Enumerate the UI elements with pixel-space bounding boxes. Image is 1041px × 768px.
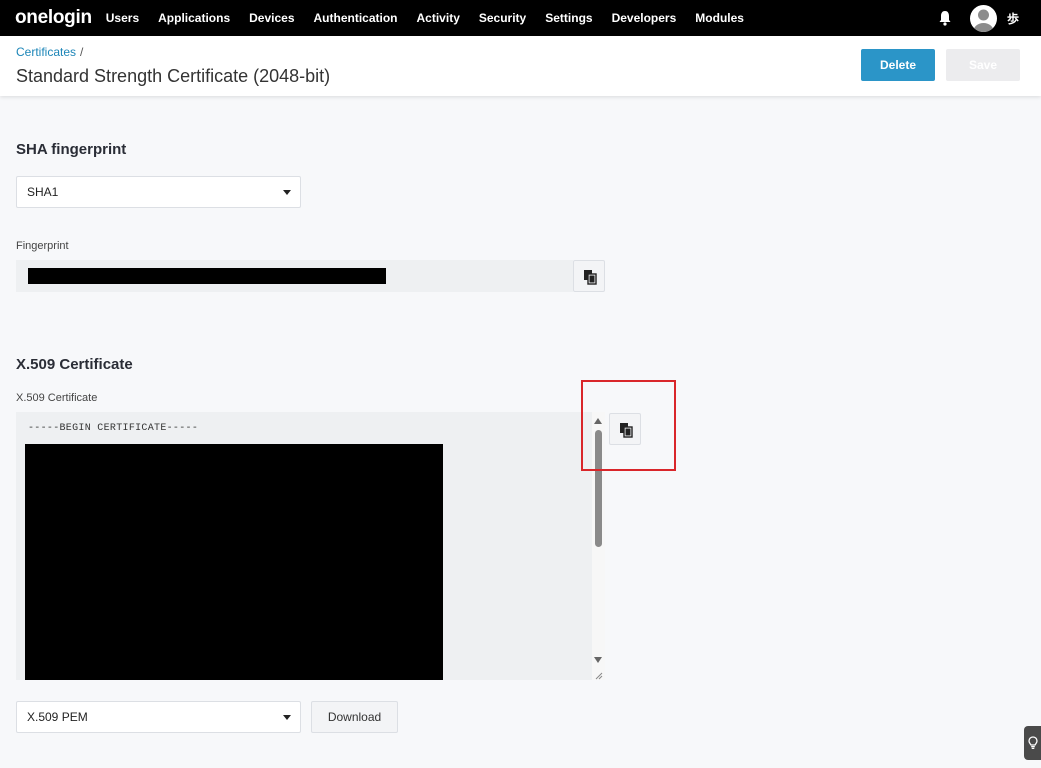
certificate-format-value: X.509 PEM: [27, 710, 88, 724]
nav-item-modules[interactable]: Modules: [695, 11, 744, 25]
page-title: Standard Strength Certificate (2048-bit): [16, 66, 331, 86]
certificate-begin-line: -----BEGIN CERTIFICATE-----: [28, 423, 199, 434]
sha-algorithm-select[interactable]: SHA1: [16, 176, 301, 208]
copy-fingerprint-button[interactable]: [573, 260, 605, 292]
bell-icon[interactable]: [938, 10, 952, 26]
certificate-redacted-body: [25, 444, 443, 680]
download-button[interactable]: Download: [311, 701, 398, 733]
nav-item-applications[interactable]: Applications: [158, 11, 230, 25]
x509-certificate-textarea[interactable]: -----BEGIN CERTIFICATE-----: [16, 412, 605, 680]
top-nav: onelogin Users Applications Devices Auth…: [0, 0, 1041, 36]
nav-item-developers[interactable]: Developers: [612, 11, 677, 25]
scroll-down-arrow-icon[interactable]: [594, 657, 602, 663]
user-icon: [973, 9, 994, 32]
nav-menu: Users Applications Devices Authenticatio…: [106, 0, 763, 36]
copy-icon: [584, 270, 597, 285]
fingerprint-label: Fingerprint: [16, 240, 69, 252]
nav-item-devices[interactable]: Devices: [249, 11, 294, 25]
x509-heading: X.509 Certificate: [16, 356, 133, 373]
avatar[interactable]: [969, 4, 997, 32]
nav-item-activity[interactable]: Activity: [417, 11, 460, 25]
breadcrumb: Certificates /: [16, 45, 83, 59]
save-button[interactable]: Save: [946, 49, 1020, 81]
scroll-thumb[interactable]: [595, 430, 602, 547]
sha-fingerprint-heading: SHA fingerprint: [16, 141, 127, 158]
certificate-format-select[interactable]: X.509 PEM: [16, 701, 301, 733]
fingerprint-field[interactable]: [16, 260, 573, 292]
nav-user-area: 歩: [938, 0, 1019, 36]
fingerprint-redacted-value: [28, 268, 386, 284]
x509-field-label: X.509 Certificate: [16, 392, 98, 404]
nav-item-settings[interactable]: Settings: [545, 11, 592, 25]
caret-down-icon: [283, 715, 291, 720]
copy-certificate-button[interactable]: [609, 413, 641, 445]
delete-button[interactable]: Delete: [861, 49, 935, 81]
sha-algorithm-value: SHA1: [27, 185, 59, 199]
breadcrumb-separator: /: [80, 45, 84, 59]
resize-grip-icon[interactable]: [594, 671, 603, 680]
username[interactable]: 歩: [1007, 10, 1019, 27]
scroll-up-arrow-icon[interactable]: [594, 418, 602, 424]
nav-item-users[interactable]: Users: [106, 11, 139, 25]
nav-item-authentication[interactable]: Authentication: [314, 11, 398, 25]
lightbulb-icon: [1028, 736, 1038, 749]
copy-icon: [620, 423, 633, 438]
breadcrumb-certificates-link[interactable]: Certificates: [16, 45, 76, 59]
nav-item-security[interactable]: Security: [479, 11, 526, 25]
onelogin-logo[interactable]: onelogin: [15, 7, 92, 29]
help-tab[interactable]: [1024, 726, 1041, 760]
textarea-scrollbar[interactable]: [592, 412, 605, 680]
caret-down-icon: [283, 190, 291, 195]
page-header: Certificates / Standard Strength Certific…: [0, 36, 1041, 96]
